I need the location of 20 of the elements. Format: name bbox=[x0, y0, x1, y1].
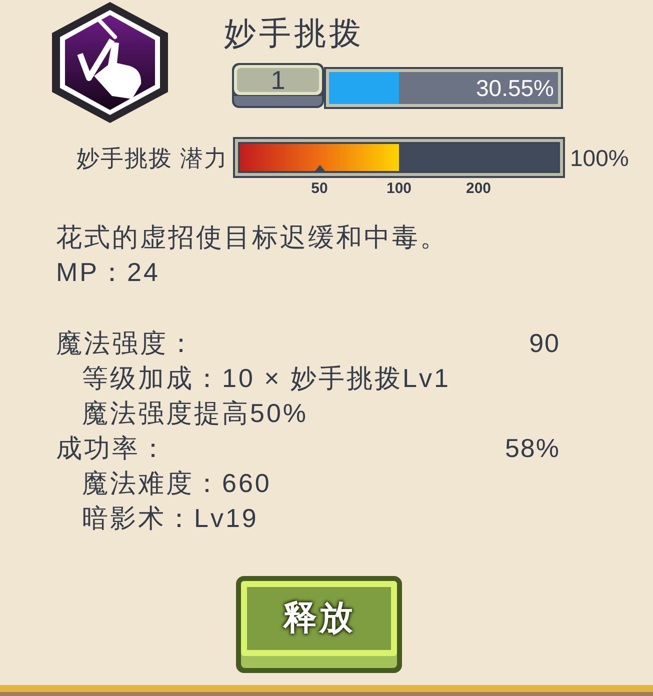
stat-value: 90 bbox=[529, 327, 560, 360]
potential-label: 妙手挑拨 潜力 bbox=[76, 144, 228, 172]
level-badge: 1 bbox=[232, 63, 324, 108]
scale-label: 200 bbox=[466, 179, 492, 199]
stat-detail: 暗影术：Lv19 bbox=[82, 502, 258, 535]
potential-reading: 100% bbox=[570, 144, 629, 172]
stat-detail: 等级加成：10 × 妙手挑拨Lv1 bbox=[82, 362, 450, 395]
release-button[interactable]: 释放 bbox=[236, 576, 402, 673]
stat-label: 成功率： bbox=[56, 432, 168, 465]
stat-value: 58% bbox=[504, 432, 560, 465]
scale-label: 100 bbox=[386, 179, 412, 199]
skill-description: 花式的虚招使目标迟缓和中毒。 bbox=[56, 221, 448, 254]
stat-detail: 魔法难度：660 bbox=[82, 467, 272, 500]
mp-cost: MP：24 bbox=[56, 256, 160, 289]
scale-label: 50 bbox=[311, 179, 328, 199]
stat-detail: 魔法强度提高50% bbox=[82, 397, 308, 430]
skill-title: 妙手挑拨 bbox=[224, 14, 364, 52]
progress-reading: 30.55% bbox=[476, 75, 554, 101]
skill-hand-icon bbox=[52, 2, 168, 123]
stat-label: 魔法强度： bbox=[56, 327, 196, 360]
